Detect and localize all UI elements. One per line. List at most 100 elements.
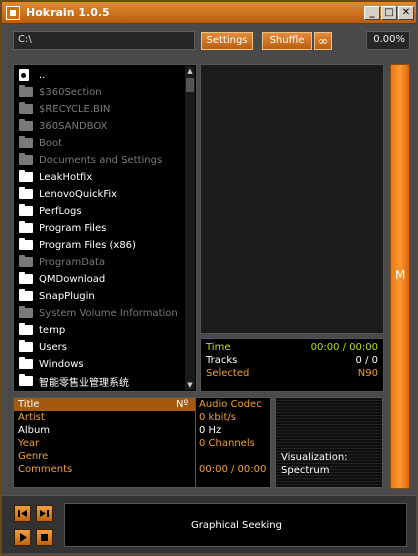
loop-button[interactable]: ∞ bbox=[314, 32, 332, 50]
folder-icon bbox=[19, 323, 33, 335]
maximize-button[interactable]: □ bbox=[381, 6, 397, 20]
meta-number-label: Nº bbox=[176, 399, 189, 410]
scroll-thumb[interactable] bbox=[186, 78, 194, 92]
mode-label: M bbox=[395, 268, 406, 282]
tracks-label: Tracks bbox=[206, 355, 238, 366]
folder-icon bbox=[19, 170, 33, 182]
duration-value: 00:00 / 00:00 bbox=[199, 464, 267, 475]
file-list-item[interactable]: Documents and Settings bbox=[19, 152, 162, 168]
file-name: ProgramData bbox=[39, 256, 106, 268]
title-header-highlight bbox=[14, 398, 196, 411]
file-name: Documents and Settings bbox=[39, 154, 163, 166]
scroll-down-icon[interactable]: ▼ bbox=[185, 380, 195, 390]
file-list-item[interactable]: .. bbox=[19, 67, 45, 83]
selected-label: Selected bbox=[206, 368, 250, 379]
file-name: SnapPlugin bbox=[39, 290, 95, 302]
folder-icon bbox=[19, 221, 33, 233]
file-browser[interactable]: ▲ ▼ .. $360Section $RECYCLE.BIN 360SANDBOX B… bbox=[13, 64, 197, 392]
file-list-item[interactable]: LeakHotfix bbox=[19, 169, 92, 185]
file-name: Boot bbox=[39, 137, 63, 149]
file-list-item[interactable]: SnapPlugin bbox=[19, 288, 95, 304]
app-icon bbox=[6, 6, 20, 20]
visualization-mode: Spectrum bbox=[281, 465, 330, 476]
folder-icon bbox=[19, 289, 33, 301]
file-list-item[interactable]: Program Files bbox=[19, 220, 106, 236]
metadata-divider bbox=[195, 398, 196, 487]
album-art-panel bbox=[200, 64, 384, 334]
folder-icon bbox=[19, 255, 33, 267]
previous-icon bbox=[18, 510, 27, 517]
file-list-item[interactable]: ProgramData bbox=[19, 254, 105, 270]
file-list-item[interactable]: LenovoQuickFix bbox=[19, 186, 117, 202]
shuffle-button[interactable]: Shuffle bbox=[262, 32, 312, 50]
folder-icon bbox=[19, 374, 33, 386]
folder-icon bbox=[19, 272, 33, 284]
settings-button[interactable]: Settings bbox=[201, 32, 253, 50]
metadata-panel: Title Nº Artist Album Year Genre Comment… bbox=[13, 397, 271, 488]
minimize-button[interactable]: _ bbox=[364, 6, 380, 20]
file-name: $360Section bbox=[39, 86, 102, 98]
file-list-scrollbar[interactable]: ▲ ▼ bbox=[185, 66, 195, 390]
title-bar[interactable]: Hokrain 1.0.5 _ □ ✕ bbox=[2, 2, 416, 24]
file-name: $RECYCLE.BIN bbox=[39, 103, 111, 115]
file-list-item[interactable]: Windows bbox=[19, 356, 84, 372]
audio-codec-value: Audio Codec bbox=[199, 399, 262, 410]
time-label: Time bbox=[206, 342, 231, 353]
selected-row: Selected N90 bbox=[206, 368, 378, 381]
folder-icon bbox=[19, 238, 33, 250]
path-field[interactable]: C:\ bbox=[13, 31, 195, 50]
file-list-item[interactable]: Program Files (x86) bbox=[19, 237, 136, 253]
visualization-panel[interactable]: Visualization: Spectrum bbox=[275, 397, 383, 488]
folder-icon bbox=[19, 340, 33, 352]
play-button[interactable] bbox=[14, 529, 31, 546]
bitrate-value: 0 kbit/s bbox=[199, 412, 236, 423]
channels-value: 0 Channels bbox=[199, 438, 255, 449]
folder-icon bbox=[19, 85, 33, 97]
transport-area: Graphical Seeking bbox=[2, 495, 416, 553]
next-button[interactable] bbox=[36, 505, 53, 522]
mode-side-button[interactable]: M bbox=[390, 64, 410, 489]
meta-album-label: Album bbox=[18, 425, 51, 436]
file-list-item[interactable]: PerfLogs bbox=[19, 203, 82, 219]
stop-button[interactable] bbox=[36, 529, 53, 546]
meta-year-label: Year bbox=[18, 438, 40, 449]
folder-icon bbox=[19, 204, 33, 216]
meta-title-label: Title bbox=[18, 399, 40, 410]
file-list-item[interactable]: $RECYCLE.BIN bbox=[19, 101, 110, 117]
folder-icon bbox=[19, 153, 33, 165]
file-name: Program Files (x86) bbox=[39, 239, 136, 251]
previous-button[interactable] bbox=[14, 505, 31, 522]
folder-icon bbox=[19, 187, 33, 199]
scroll-up-icon[interactable]: ▲ bbox=[185, 66, 195, 76]
file-list-item[interactable]: 智能零售业管理系统 bbox=[19, 373, 129, 389]
playback-info-panel: Time 00:00 / 00:00 Tracks 0 / 0 Selected… bbox=[200, 338, 384, 392]
app-window: Hokrain 1.0.5 _ □ ✕ C:\ Settings Shuffle… bbox=[0, 0, 418, 556]
seek-bar[interactable]: Graphical Seeking bbox=[64, 503, 407, 547]
play-icon bbox=[20, 533, 27, 542]
window-title: Hokrain 1.0.5 bbox=[26, 6, 110, 19]
folder-icon bbox=[19, 357, 33, 369]
folder-icon bbox=[19, 102, 33, 114]
file-list-item[interactable]: 360SANDBOX bbox=[19, 118, 107, 134]
file-name: QMDownload bbox=[39, 273, 106, 285]
meta-artist-label: Artist bbox=[18, 412, 45, 423]
file-list-item[interactable]: $360Section bbox=[19, 84, 102, 100]
file-name: PerfLogs bbox=[39, 205, 82, 217]
progress-percent: 0.00% bbox=[366, 31, 410, 50]
file-list-item[interactable]: Boot bbox=[19, 135, 62, 151]
close-button[interactable]: ✕ bbox=[398, 6, 414, 20]
folder-icon bbox=[19, 119, 33, 131]
file-list-item[interactable]: QMDownload bbox=[19, 271, 105, 287]
file-list-item[interactable]: Users bbox=[19, 339, 67, 355]
file-name: LenovoQuickFix bbox=[39, 188, 118, 200]
tracks-row: Tracks 0 / 0 bbox=[206, 355, 378, 368]
file-list-item[interactable]: temp bbox=[19, 322, 65, 338]
file-name: temp bbox=[39, 324, 66, 336]
file-name: .. bbox=[39, 69, 46, 81]
file-name: 智能零售业管理系统 bbox=[39, 377, 129, 389]
file-name: 360SANDBOX bbox=[39, 120, 108, 132]
file-list-item[interactable]: System Volume Information bbox=[19, 305, 178, 321]
drive-icon bbox=[19, 69, 29, 81]
file-name: Program Files bbox=[39, 222, 107, 234]
stop-icon bbox=[41, 534, 48, 541]
